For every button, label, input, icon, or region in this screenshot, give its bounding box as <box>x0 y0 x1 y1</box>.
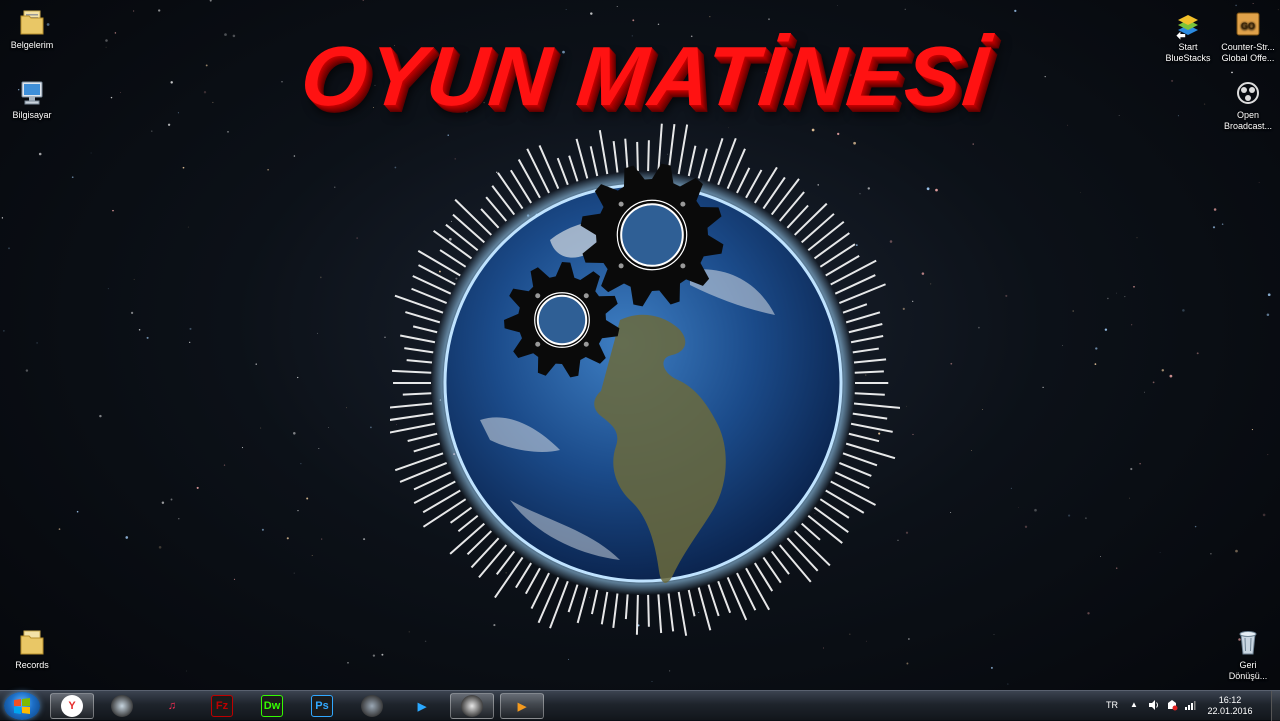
folder-icon <box>18 628 46 658</box>
volume-icon[interactable] <box>1148 699 1160 711</box>
audio-app-icon <box>361 695 383 717</box>
dreamweaver-icon: Dw <box>261 695 283 717</box>
start-button[interactable] <box>4 692 40 720</box>
steam-icon <box>111 695 133 717</box>
yandex-icon: Y <box>61 695 83 717</box>
taskbar-app-media-player[interactable]: ▶ <box>400 693 444 719</box>
itunes-icon: ♫ <box>167 700 177 712</box>
desktop-icon-recycle-bin[interactable]: Geri Dönüşü... <box>1216 628 1280 682</box>
media-player-icon: ▶ <box>417 700 427 713</box>
filezilla-icon: Fz <box>211 695 233 717</box>
desktop-icon-label: Records <box>15 660 49 670</box>
bluestacks-icon <box>1174 10 1202 40</box>
obs-icon <box>461 695 483 717</box>
desktop-icon-label: Counter-Str... Global Offe... <box>1221 42 1275 63</box>
obs-icon <box>1234 78 1262 108</box>
system-tray: TR ▲ 16:12 22.01.2016 <box>1100 691 1280 721</box>
desktop-icon-open-broadcaster[interactable]: Open Broadcast... <box>1216 78 1280 132</box>
recycle-bin-icon <box>1234 628 1262 658</box>
desktop-icon-label: Geri Dönüşü... <box>1228 660 1268 681</box>
svg-text:GO: GO <box>1241 21 1255 31</box>
desktop-icon-records[interactable]: Records <box>0 628 64 671</box>
taskbar-app-photoshop[interactable]: Ps <box>300 693 344 719</box>
taskbar-app-steam[interactable] <box>100 693 144 719</box>
player-icon: ▶ <box>517 700 527 713</box>
action-center-icon[interactable] <box>1166 699 1178 711</box>
show-hidden-icons-button[interactable]: ▲ <box>1130 700 1138 709</box>
clock-date: 22.01.2016 <box>1207 706 1253 716</box>
computer-icon <box>18 78 46 108</box>
taskbar-app-dreamweaver[interactable]: Dw <box>250 693 294 719</box>
desktop-icon-start-bluestacks[interactable]: Start BlueStacks <box>1156 10 1220 64</box>
desktop-icon-label: Bilgisayar <box>12 110 52 120</box>
network-signal-icon[interactable] <box>1184 699 1196 711</box>
desktop-icon-label: Belgelerim <box>10 40 54 50</box>
desktop-icon-counter-strike[interactable]: GO Counter-Str... Global Offe... <box>1216 10 1280 64</box>
windows-logo-icon <box>14 698 30 714</box>
gear-large <box>580 163 724 307</box>
taskbar: Y ♫ Fz Dw Ps ▶ ▶ TR ▲ 16:12 22.01.2016 <box>0 690 1280 721</box>
wallpaper-title: OYUN MATİNESİ <box>296 29 994 123</box>
earth-visualizer <box>390 123 900 636</box>
taskbar-app-obs[interactable] <box>450 693 494 719</box>
photoshop-icon: Ps <box>311 695 333 717</box>
show-desktop-button[interactable] <box>1271 691 1280 721</box>
folder-icon <box>18 8 46 38</box>
taskbar-app-yandex-browser[interactable]: Y <box>50 693 94 719</box>
taskbar-clock[interactable]: 16:12 22.01.2016 <box>1200 695 1260 717</box>
desktop-icon-label: Start BlueStacks <box>1165 42 1211 63</box>
desktop-icon-bilgisayar[interactable]: Bilgisayar <box>0 78 64 121</box>
taskbar-app-filezilla[interactable]: Fz <box>200 693 244 719</box>
desktop-icon-label: Open Broadcast... <box>1223 110 1273 131</box>
clock-time: 16:12 <box>1218 695 1242 705</box>
taskbar-app-itunes[interactable]: ♫ <box>150 693 194 719</box>
language-indicator[interactable]: TR <box>1106 700 1118 710</box>
desktop-icon-belgelerim[interactable]: Belgelerim <box>0 8 64 51</box>
taskbar-app-vlc-or-player[interactable]: ▶ <box>500 693 544 719</box>
counter-strike-icon: GO <box>1234 10 1262 40</box>
taskbar-app-audio-app[interactable] <box>350 693 394 719</box>
